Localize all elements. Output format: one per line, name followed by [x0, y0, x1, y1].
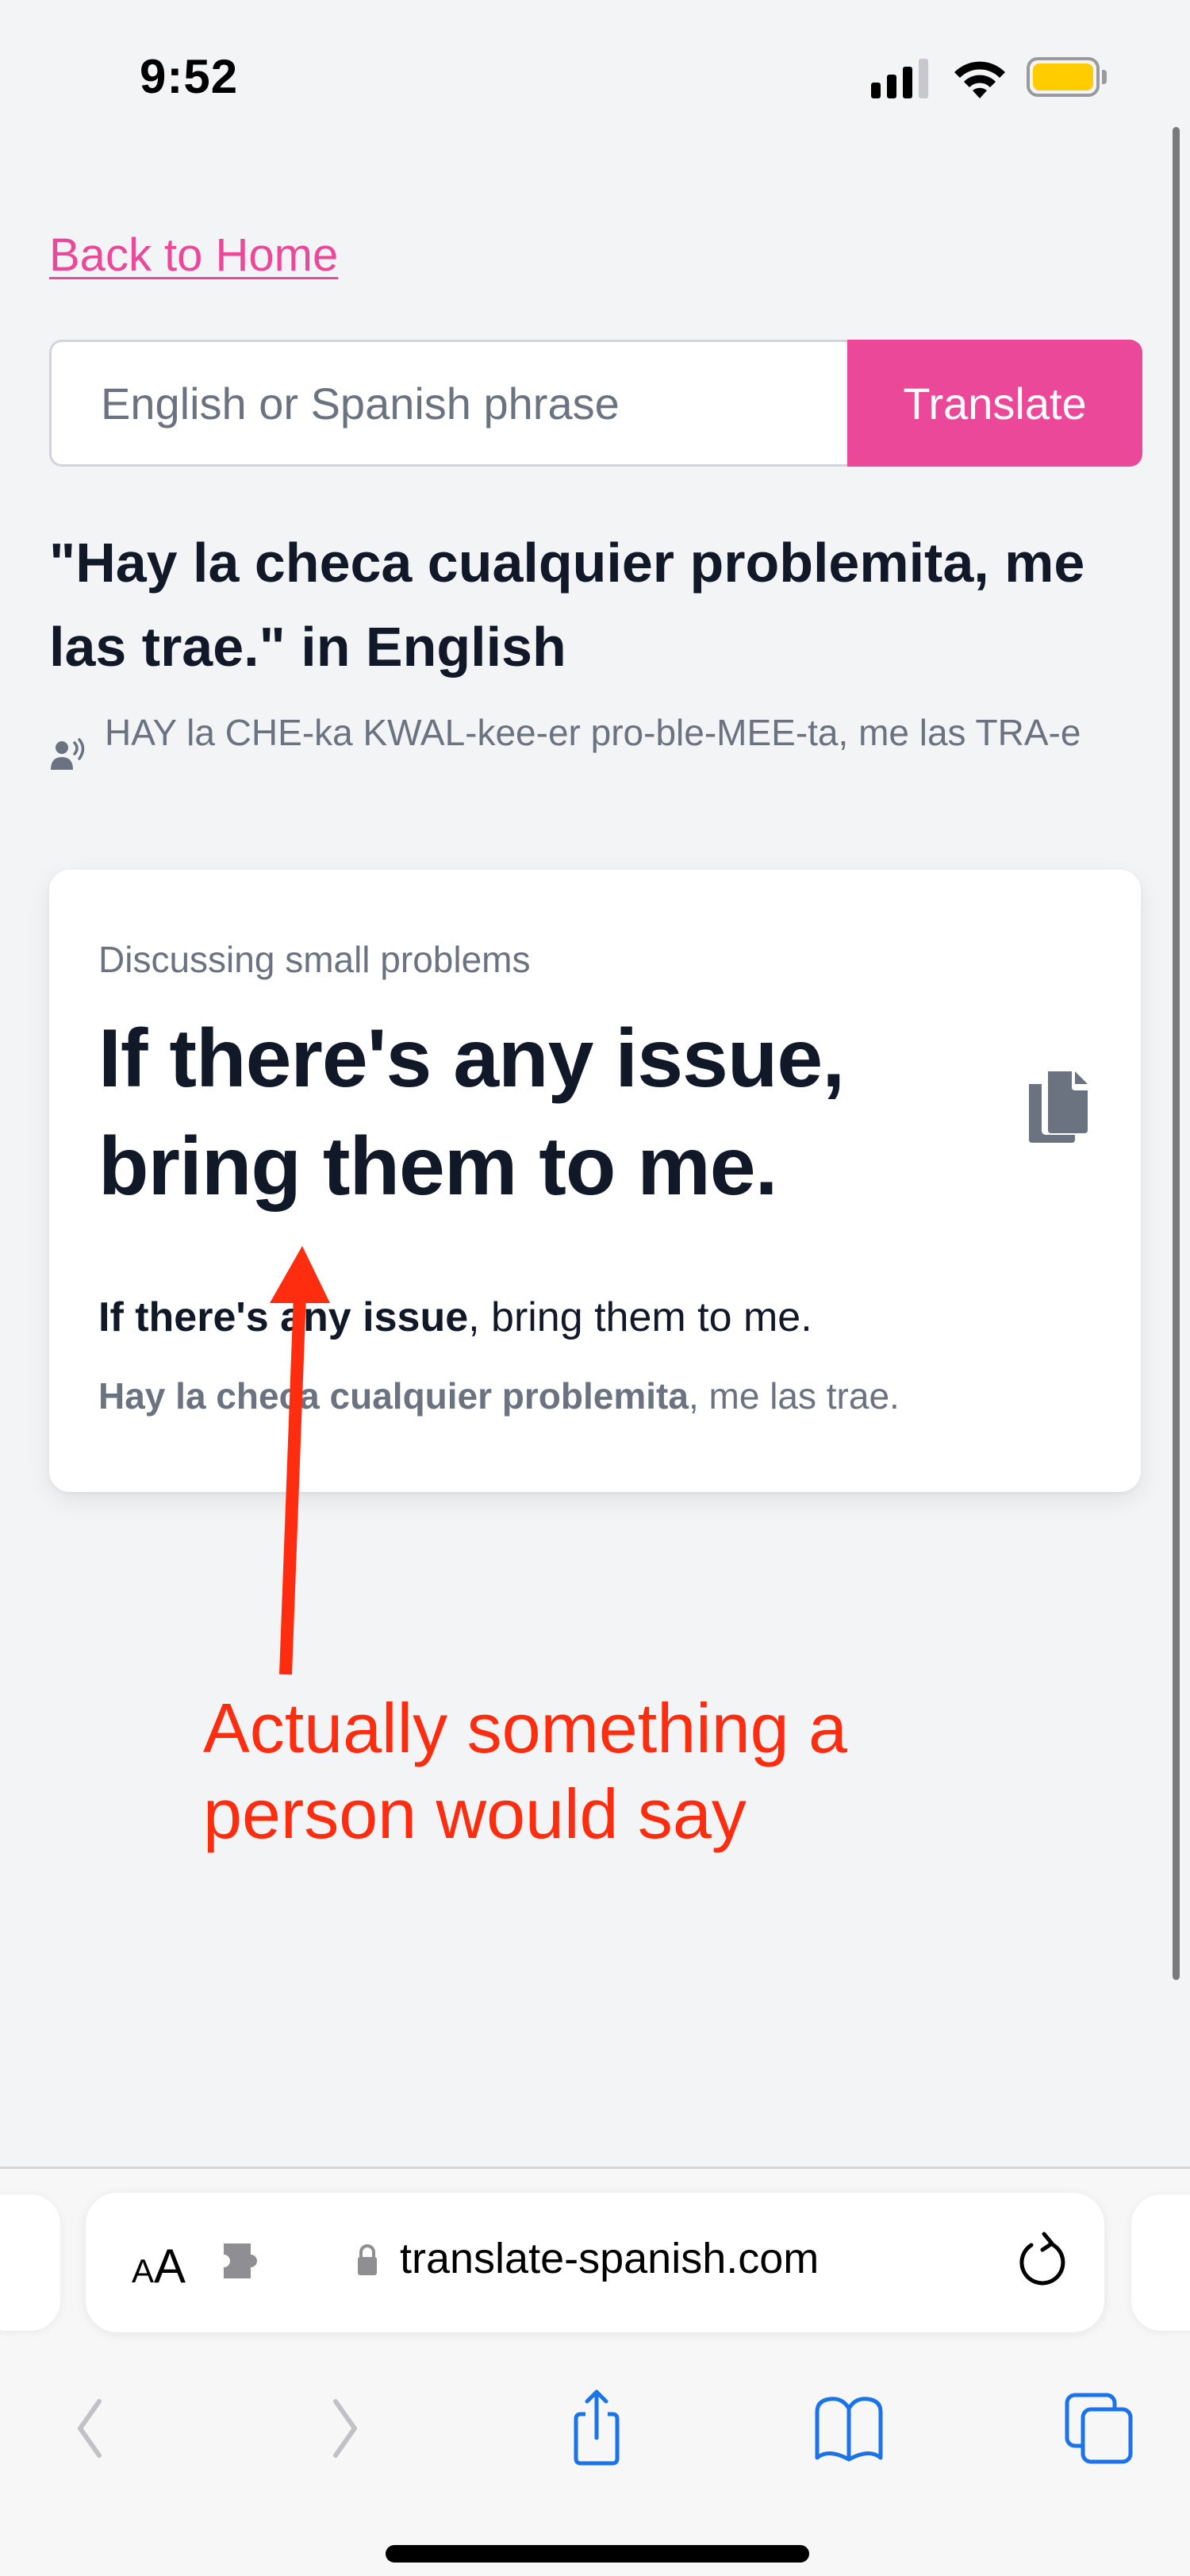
chevron-left-icon	[78, 2399, 102, 2458]
annotation-line-2: person would say	[203, 1774, 747, 1853]
translation-card: Discussing small problems If there's any…	[49, 870, 1141, 1492]
spanish-rest: , me las trae.	[688, 1375, 900, 1417]
tabs-button[interactable]	[1052, 2377, 1147, 2480]
bookmarks-button[interactable]	[801, 2377, 896, 2480]
title-suffix: in English	[285, 616, 566, 678]
battery-icon	[1027, 57, 1100, 97]
translate-form: Translate	[49, 340, 1142, 467]
copy-button[interactable]	[1020, 1068, 1096, 1144]
status-bar: 9:52	[0, 0, 1190, 151]
chevron-right-icon	[333, 2399, 357, 2458]
speaking-person-icon	[51, 738, 85, 770]
annotation-line-1: Actually something a	[203, 1689, 847, 1767]
share-icon	[574, 2390, 620, 2466]
back-button[interactable]	[41, 2377, 136, 2480]
status-time: 9:52	[140, 50, 239, 103]
address-bar[interactable]: AA translate-spanish.com	[86, 2193, 1104, 2332]
back-to-home-link[interactable]: Back to Home	[49, 229, 338, 282]
english-highlight: If there's any issue	[98, 1294, 469, 1340]
quoted-phrase: "Hay la checa cualquier problemita, me l…	[49, 532, 1085, 678]
home-indicator[interactable]	[386, 2545, 809, 2563]
english-sentence: If there's any issue, bring them to me.	[98, 1294, 812, 1341]
annotation-text: Actually something a person would say	[203, 1686, 847, 1857]
browser-toolbar	[0, 2377, 1190, 2488]
share-button[interactable]	[549, 2377, 644, 2480]
english-rest: , bring them to me.	[468, 1294, 812, 1340]
reload-icon[interactable]	[1012, 2231, 1073, 2291]
forward-button[interactable]	[298, 2377, 393, 2480]
tabs-icon	[1065, 2393, 1133, 2464]
puzzle-piece-icon[interactable]	[221, 2240, 267, 2282]
phrase-input[interactable]	[49, 340, 847, 467]
context-label: Discussing small problems	[98, 939, 531, 980]
copy-icon	[1029, 1071, 1088, 1143]
pronunciation-text: HAY la CHE-ka KWAL-kee-er pro-ble-MEE-ta…	[105, 712, 1081, 753]
browser-bottom-bar: AA translate-spanish.com	[0, 2167, 1190, 2576]
book-icon	[815, 2397, 883, 2462]
lock-icon	[358, 2244, 377, 2275]
url-text[interactable]: translate-spanish.com	[400, 2234, 819, 2283]
wifi-icon	[954, 61, 1005, 98]
spanish-sentence: Hay la checa cualquier problemita, me la…	[98, 1375, 900, 1417]
page-scrollbar[interactable]	[1173, 127, 1180, 1980]
cellular-signal-icon	[871, 59, 931, 98]
previous-tab-peek[interactable]	[0, 2194, 60, 2331]
translate-button[interactable]: Translate	[847, 340, 1142, 467]
spanish-highlight: Hay la checa cualquier problemita	[98, 1375, 689, 1417]
page-settings-button[interactable]: AA	[132, 2239, 186, 2293]
battery-tip	[1102, 70, 1107, 84]
translation-text: If there's any issue, bring them to me.	[98, 1013, 845, 1213]
next-tab-peek[interactable]	[1131, 2194, 1190, 2331]
page-title: "Hay la checa cualquier problemita, me l…	[49, 521, 1144, 689]
